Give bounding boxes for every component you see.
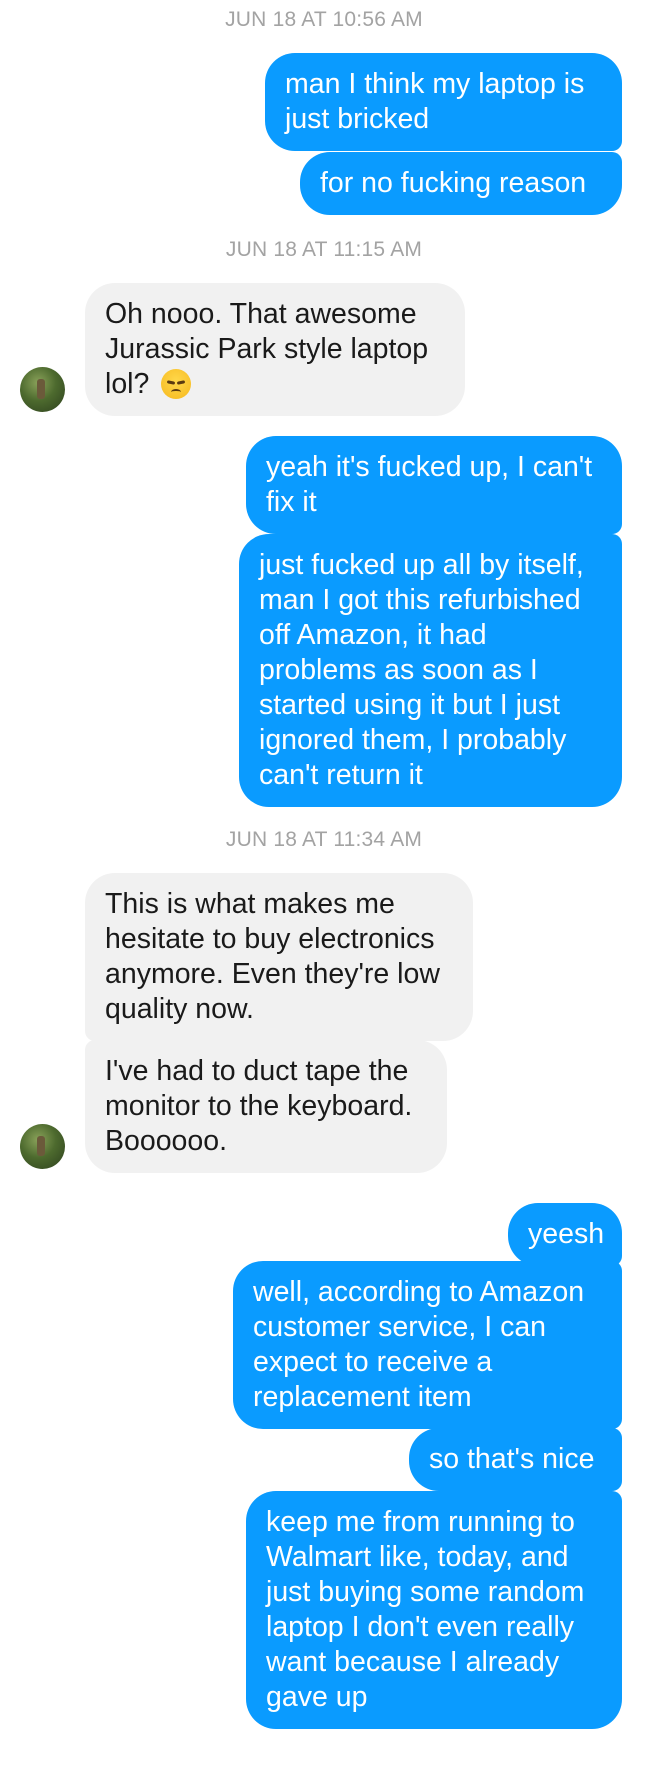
message-text: problems as soon as I <box>259 654 538 686</box>
message-text: hesitate to buy electronics <box>105 923 435 955</box>
sent-message-bubble[interactable]: so that's nice <box>409 1428 622 1491</box>
message-text: want because I already <box>266 1646 560 1678</box>
message-text: lol? <box>105 368 150 400</box>
message-text: Walmart like, today, and <box>266 1541 569 1573</box>
message-text: man I think my laptop is <box>285 68 585 100</box>
message-text: This is what makes me <box>105 888 395 920</box>
timestamp: JUN 18 AT 11:34 AM <box>225 828 423 851</box>
received-message-bubble[interactable]: Oh nooo. That awesome Jurassic Park styl… <box>85 283 465 416</box>
sent-message-bubble[interactable]: for no fucking reason <box>300 152 622 215</box>
message-text: I've had to duct tape the <box>105 1055 409 1087</box>
message-text: ignored them, I probably <box>259 724 567 756</box>
message-text: just bricked <box>285 103 430 135</box>
timestamp: JUN 18 AT 10:56 AM <box>225 8 423 31</box>
message-text: monitor to the keyboard. <box>105 1090 413 1122</box>
message-text: anymore. Even they're low <box>105 958 440 990</box>
message-text: just buying some random <box>266 1576 585 1608</box>
message-text: laptop I don't even really <box>266 1611 575 1643</box>
message-text: just fucked up all by itself, <box>259 549 584 581</box>
sent-message-bubble[interactable]: yeesh <box>508 1203 622 1266</box>
sent-message-bubble[interactable]: yeah it's fucked up, I can't fix it <box>246 436 622 534</box>
sent-message-bubble[interactable]: well, according to Amazon customer servi… <box>233 1261 622 1429</box>
timestamp: JUN 18 AT 11:15 AM <box>225 238 423 261</box>
message-text: for no fucking reason <box>320 167 587 199</box>
message-text: Jurassic Park style laptop <box>105 333 429 365</box>
message-text: Boooooo. <box>105 1125 228 1157</box>
sent-message-bubble[interactable]: man I think my laptop is just bricked <box>265 53 622 151</box>
message-text: Oh nooo. That awesome <box>105 298 417 330</box>
message-text: well, according to Amazon <box>253 1276 585 1308</box>
message-text: so that's nice <box>429 1443 595 1475</box>
message-text: customer service, I can <box>253 1311 547 1343</box>
disappointed-face-icon <box>161 369 192 399</box>
sent-message-bubble[interactable]: keep me from running to Walmart like, to… <box>246 1491 622 1729</box>
message-text: man I got this refurbished <box>259 584 581 616</box>
message-text: off Amazon, it had <box>259 619 487 651</box>
message-text: keep me from running to <box>266 1506 575 1538</box>
sent-message-bubble[interactable]: just fucked up all by itself, man I got … <box>239 534 622 807</box>
message-text: can't return it <box>259 759 423 791</box>
message-text: expect to receive a <box>253 1346 493 1378</box>
message-text: yeesh <box>528 1218 605 1250</box>
message-text: replacement item <box>253 1381 472 1413</box>
received-message-bubble[interactable]: This is what makes me hesitate to buy el… <box>85 873 473 1041</box>
avatar[interactable] <box>20 367 65 412</box>
avatar[interactable] <box>20 1124 65 1169</box>
message-text: fix it <box>266 486 317 518</box>
received-message-bubble[interactable]: I've had to duct tape the monitor to the… <box>85 1040 447 1173</box>
message-text: started using it but I just <box>259 689 560 721</box>
message-text: yeah it's fucked up, I can't <box>266 451 593 483</box>
message-text: gave up <box>266 1681 368 1713</box>
message-text: quality now. <box>105 993 254 1025</box>
